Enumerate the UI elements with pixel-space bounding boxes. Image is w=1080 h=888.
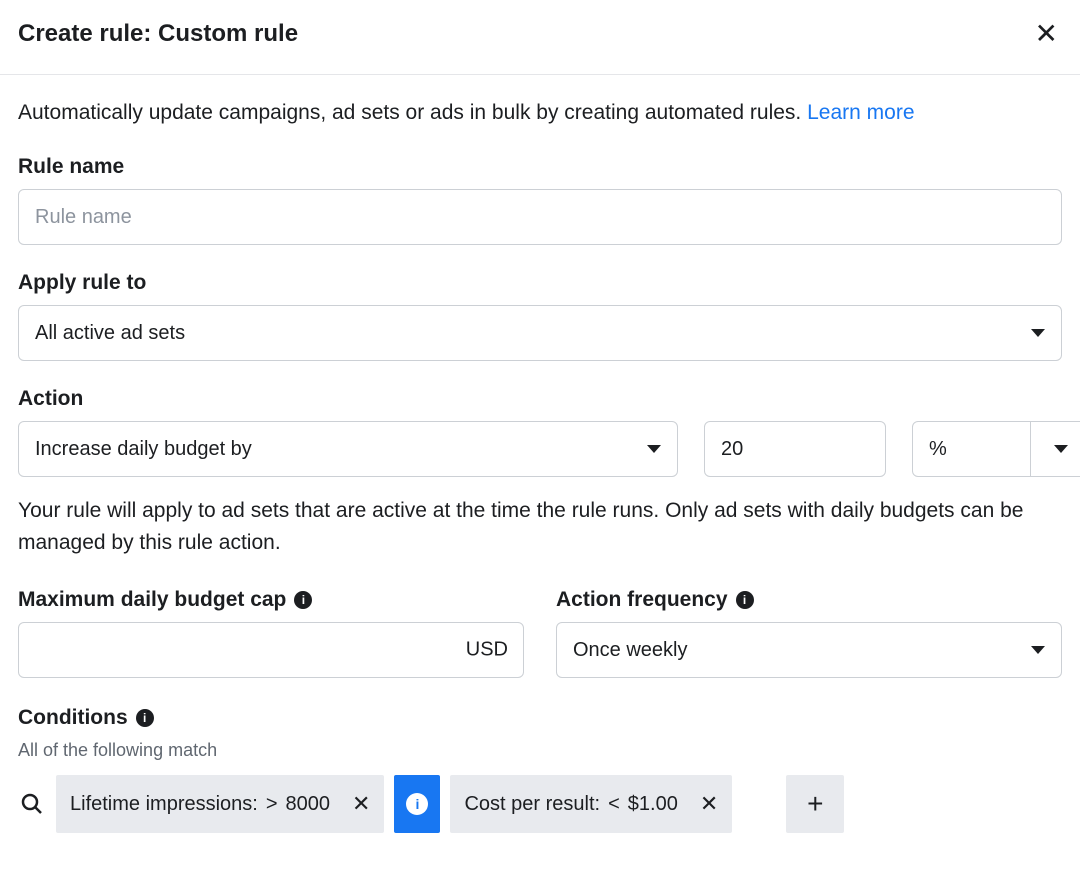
add-condition-button[interactable]: + [786, 775, 844, 833]
rule-name-label: Rule name [18, 155, 1062, 179]
budget-cap-label: Maximum daily budget cap i [18, 588, 524, 612]
condition-chip[interactable]: Lifetime impressions: > 8000 ✕ [56, 775, 384, 833]
action-label: Action [18, 387, 1062, 411]
action-unit-select[interactable] [1031, 422, 1080, 476]
apply-to-select[interactable]: All active ad sets [18, 305, 1062, 361]
frequency-select[interactable]: Once weekly [556, 622, 1062, 678]
chevron-down-icon [1031, 646, 1045, 654]
condition-value: $1.00 [628, 793, 678, 816]
condition-value: 8000 [286, 793, 331, 816]
conditions-label: Conditions i [18, 706, 1062, 730]
chevron-down-icon [647, 445, 661, 453]
apply-to-value: All active ad sets [35, 322, 185, 345]
chevron-down-icon [1031, 329, 1045, 337]
condition-chip[interactable]: Cost per result: < $1.00 ✕ [450, 775, 732, 833]
currency-label: USD [466, 639, 508, 662]
condition-info-button[interactable]: i [394, 775, 440, 833]
budget-cap-input[interactable] [18, 622, 524, 678]
action-amount-input[interactable] [704, 421, 886, 477]
apply-to-label: Apply rule to [18, 271, 1062, 295]
info-icon[interactable]: i [736, 591, 754, 609]
search-icon[interactable] [18, 792, 46, 816]
remove-condition-icon[interactable]: ✕ [700, 791, 718, 817]
action-select[interactable]: Increase daily budget by [18, 421, 678, 477]
action-unit-group: % [912, 421, 1080, 477]
condition-metric: Cost per result: [464, 793, 600, 816]
intro-body: Automatically update campaigns, ad sets … [18, 101, 807, 124]
info-icon[interactable]: i [294, 591, 312, 609]
action-value-label: Increase daily budget by [35, 438, 252, 461]
action-note: Your rule will apply to ad sets that are… [18, 495, 1062, 558]
condition-op: > [266, 793, 278, 816]
learn-more-link[interactable]: Learn more [807, 101, 914, 124]
intro-text: Automatically update campaigns, ad sets … [18, 99, 1062, 127]
conditions-sublabel: All of the following match [18, 740, 1062, 761]
action-unit-value: % [913, 422, 1031, 476]
frequency-label: Action frequency i [556, 588, 1062, 612]
page-title: Create rule: Custom rule [18, 20, 298, 48]
condition-metric: Lifetime impressions: [70, 793, 258, 816]
conditions-label-text: Conditions [18, 706, 128, 730]
info-icon[interactable]: i [136, 709, 154, 727]
chevron-down-icon [1054, 445, 1068, 453]
frequency-label-text: Action frequency [556, 588, 728, 612]
info-icon: i [406, 793, 428, 815]
condition-op: < [608, 793, 620, 816]
remove-condition-icon[interactable]: ✕ [352, 791, 370, 817]
frequency-value: Once weekly [573, 639, 688, 662]
rule-name-input[interactable] [18, 189, 1062, 245]
close-icon[interactable]: ✕ [1031, 16, 1062, 52]
budget-cap-label-text: Maximum daily budget cap [18, 588, 286, 612]
